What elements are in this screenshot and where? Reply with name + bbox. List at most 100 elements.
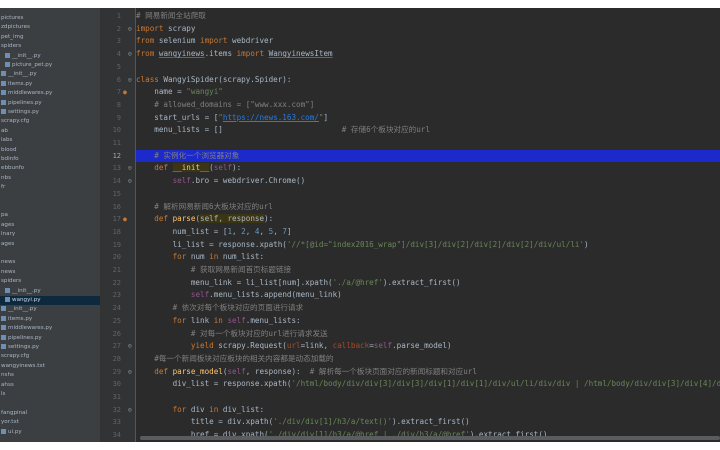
code-editor[interactable]: # 网易新闻全站爬取 import scrapy from selenium imp… (136, 8, 720, 442)
tree-item[interactable]: news (0, 268, 15, 277)
line-number: 15 (112, 189, 121, 198)
tree-item[interactable]: news (0, 258, 15, 267)
code-line[interactable]: self.menu_lists.append(menu_link) (136, 289, 720, 301)
fold-icon[interactable]: ⊖ (128, 48, 132, 60)
project-tree[interactable]: pictures zdpictures pet_img spiders __init__… (0, 8, 101, 442)
code-line[interactable]: # 依次对每个板块对应的页面进行请求 (136, 302, 720, 314)
code-line[interactable]: class WangyiSpider(scrapy.Spider): (136, 74, 720, 86)
fold-icon[interactable]: ⊖ (128, 404, 132, 416)
tree-item[interactable]: nshs (0, 371, 14, 380)
tree-item[interactable]: yor.txt (0, 418, 19, 427)
code-line[interactable]: def parse_model(self, response): # 解析每一个… (136, 366, 720, 378)
tree-item[interactable]: ahss (0, 381, 14, 390)
tree-item[interactable]: nbs (0, 174, 11, 183)
code-line[interactable]: from wangyinews.items import WangyinewsI… (136, 48, 720, 60)
code-line[interactable]: # 解析网易新闻6大板块对应的url (136, 201, 720, 213)
code-token: ] (323, 112, 329, 122)
tree-item[interactable]: middlewares.py (0, 324, 52, 333)
tree-item[interactable]: items.py (0, 315, 32, 324)
tree-item[interactable] (0, 202, 1, 211)
tree-item[interactable]: labs (0, 136, 12, 145)
tree-item[interactable]: fangpinal (0, 409, 27, 418)
code-line[interactable]: li_list = response.xpath('//*[@id="index… (136, 239, 720, 251)
tree-item[interactable]: fr (0, 183, 5, 192)
tree-item[interactable]: bdinfo (0, 155, 19, 164)
tree-item[interactable]: __init__.py (0, 70, 37, 79)
tree-item[interactable]: wangyi.py (0, 296, 100, 305)
code-line[interactable]: yield scrapy.Request(url=link, callback=… (136, 340, 720, 352)
fold-icon[interactable]: ⊖ (128, 366, 132, 378)
tree-item[interactable]: pet_img (0, 33, 24, 42)
fold-icon[interactable]: ⊖ (128, 74, 132, 86)
code-line[interactable]: menu_lists = [] # 存储6个板块对应的url (136, 124, 720, 136)
code-line[interactable] (136, 391, 720, 403)
code-line[interactable]: # 对每一个板块对应的url进行请求发送 (136, 328, 720, 340)
code-line[interactable]: menu_link = li_list[num].xpath('./a/@hre… (136, 277, 720, 289)
tree-item[interactable]: __init__.py (0, 52, 41, 61)
fold-icon[interactable]: ⊖ (128, 175, 132, 187)
tree-item[interactable]: pictures (0, 14, 23, 23)
code-line[interactable] (136, 137, 720, 149)
code-line[interactable]: #每一个新闻板块对应板块的相关内容都是动态加载的 (136, 353, 720, 365)
tree-item[interactable]: ls (0, 390, 5, 399)
tree-item[interactable]: __init__.py (0, 287, 41, 296)
tree-item[interactable]: pa (0, 211, 8, 220)
tree-item[interactable]: middlewares.py (0, 89, 52, 98)
tree-item[interactable]: ui.py (0, 428, 22, 437)
tree-item[interactable] (0, 399, 1, 408)
code-line[interactable] (136, 61, 720, 73)
code-line[interactable]: name = "wangyi" (136, 86, 720, 98)
tree-item[interactable]: blood (0, 146, 17, 155)
code-token: .bro = webdriver.Chrome() (190, 176, 306, 186)
code-token: "wangyi" (186, 87, 223, 97)
tree-item[interactable]: __init__.py (0, 305, 37, 314)
tree-item[interactable] (0, 193, 1, 202)
line-number: 34 (112, 431, 121, 440)
tree-item[interactable]: wangyinews.txt (0, 362, 45, 371)
code-line[interactable]: num_list = [1, 2, 4, 5, 7] (136, 226, 720, 238)
code-line[interactable]: from selenium import webdriver (136, 35, 720, 47)
code-token: # 解析网易新闻6大板块对应的url (136, 201, 273, 211)
tree-item[interactable]: ages (0, 221, 14, 230)
tree-item[interactable]: pipelines.py (0, 334, 42, 343)
fold-icon[interactable]: ⊖ (128, 340, 132, 352)
tree-item[interactable]: settings.py (0, 108, 39, 117)
horizontal-scrollbar[interactable] (140, 436, 720, 440)
fold-icon[interactable]: ⊖ (128, 23, 132, 35)
code-token: './div/div[1]/h3/a/text()' (273, 417, 393, 427)
tree-item[interactable]: ab (0, 127, 8, 136)
tree-item[interactable]: picture_pet.py (0, 61, 52, 70)
code-line[interactable]: for div in div_list: (136, 404, 720, 416)
tree-item[interactable]: pipelines.py (0, 99, 42, 108)
tree-item[interactable]: zdpictures (0, 23, 30, 32)
python-file-icon (5, 62, 10, 67)
code-line[interactable]: def __init__(self): (136, 162, 720, 174)
tree-item[interactable]: ages (0, 240, 14, 249)
code-line[interactable]: def parse(self, response): (136, 213, 720, 225)
line-number: 19 (112, 240, 121, 249)
tree-item-label: pictures (1, 15, 24, 21)
tree-item[interactable]: settings.py (0, 343, 39, 352)
code-line[interactable]: import scrapy (136, 23, 720, 35)
code-line[interactable]: start_urls = ["https://news.163.com/"] (136, 112, 720, 124)
tree-item[interactable]: items.py (0, 80, 32, 89)
tree-item[interactable]: spiders (0, 277, 21, 286)
code-line[interactable]: for num in num_list: (136, 251, 720, 263)
tree-item[interactable] (0, 249, 1, 258)
code-line[interactable]: # 实例化一个浏览器对象 (136, 149, 720, 162)
tree-item[interactable]: lnary (0, 230, 15, 239)
tree-item[interactable]: scrapy.cfg (0, 117, 29, 126)
code-line[interactable] (136, 188, 720, 200)
code-line[interactable]: div_list = response.xpath('/html/body/di… (136, 378, 720, 390)
code-line[interactable]: # 网易新闻全站爬取 (136, 10, 720, 22)
code-line[interactable]: # 获取网易新闻首页标题链接 (136, 264, 720, 276)
code-line[interactable]: self.bro = webdriver.Chrome() (136, 175, 720, 187)
tree-item[interactable]: ebbunfo (0, 164, 24, 173)
code-line[interactable]: # allowed_domains = ["www.xxx.com"] (136, 99, 720, 111)
code-line[interactable]: title = div.xpath('./div/div[1]/h3/a/tex… (136, 416, 720, 428)
code-token: div (186, 404, 210, 414)
tree-item[interactable]: spiders (0, 42, 21, 51)
fold-icon[interactable]: ⊖ (128, 162, 132, 174)
tree-item[interactable]: scrapy.cfg (0, 352, 29, 361)
code-line[interactable]: for link in self.menu_lists: (136, 315, 720, 327)
